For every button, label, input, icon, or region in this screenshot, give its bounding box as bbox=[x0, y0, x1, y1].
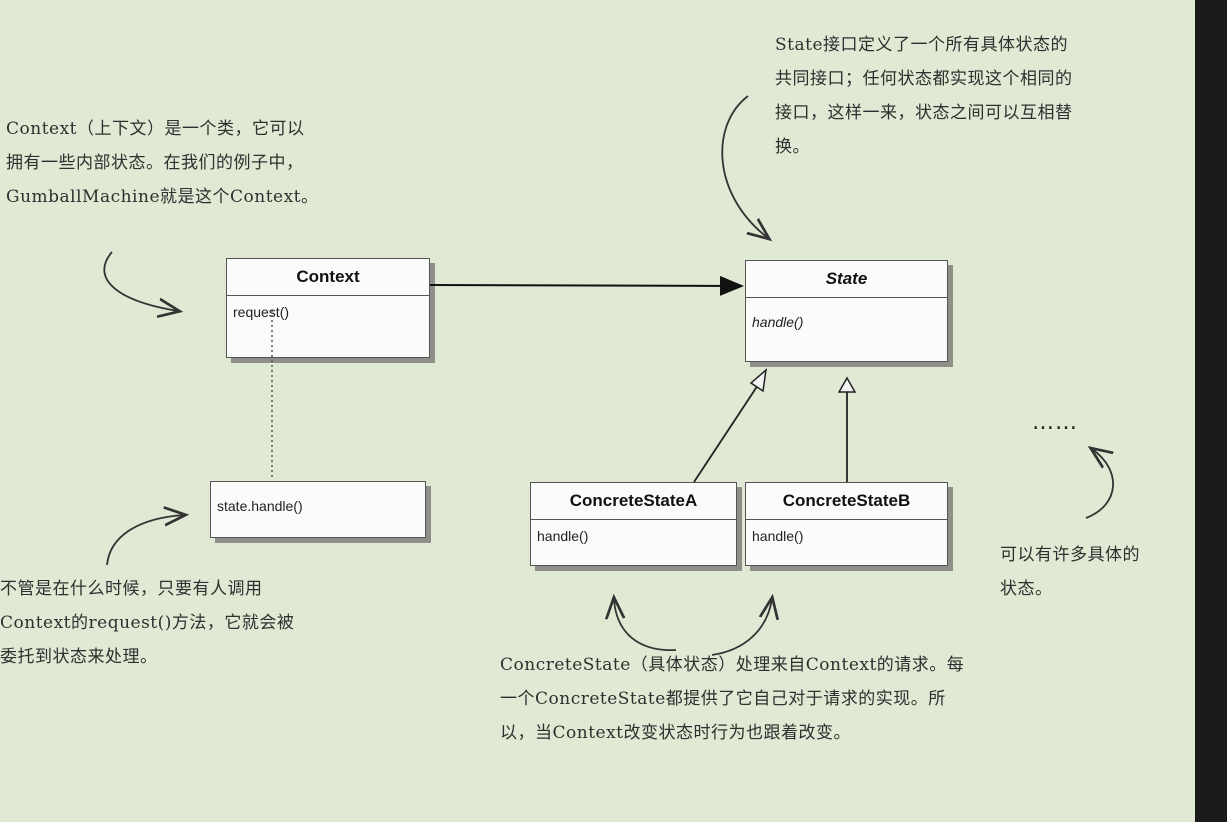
request-note-arrow bbox=[106, 515, 184, 566]
many-states-note-arrow bbox=[1085, 449, 1114, 519]
context-to-state-association bbox=[429, 275, 744, 296]
context-note-arrow bbox=[103, 251, 178, 311]
state-note-arrow bbox=[721, 95, 768, 238]
concrete-note-arrow-left bbox=[614, 599, 677, 651]
concrete-note-arrow-right bbox=[711, 599, 772, 656]
diagram-page: Context（上下文）是一个类，它可以 拥有一些内部状态。在我们的例子中， G… bbox=[0, 0, 1227, 822]
page-edge-shadow bbox=[1195, 0, 1227, 822]
concrete-a-generalization bbox=[693, 368, 768, 483]
diagram-connectors bbox=[103, 95, 1114, 656]
concrete-b-generalization bbox=[837, 376, 857, 482]
